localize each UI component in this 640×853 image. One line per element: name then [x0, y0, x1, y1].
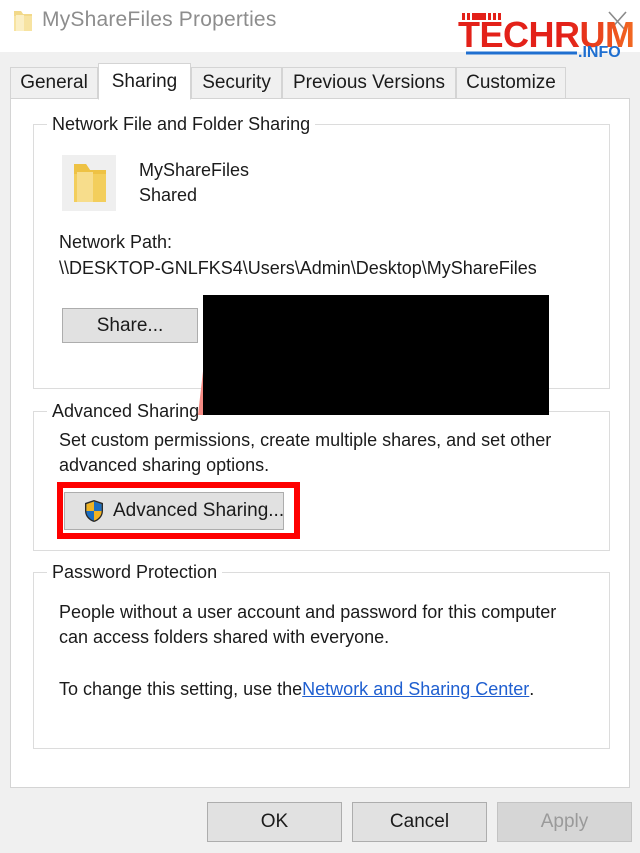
window-title: MyShareFiles Properties — [42, 8, 277, 31]
change-setting-suffix: . — [529, 679, 535, 699]
redaction-box — [203, 295, 549, 415]
change-setting-text: To change this setting, use the Network … — [59, 677, 534, 702]
cancel-button[interactable]: Cancel — [352, 802, 487, 842]
shared-folder-icon — [62, 155, 116, 211]
tab-previous-versions[interactable]: Previous Versions — [282, 67, 456, 99]
advanced-sharing-highlight-rectangle — [57, 482, 300, 539]
svg-text:.INFO: .INFO — [578, 44, 621, 61]
tab-general[interactable]: General — [10, 67, 98, 99]
tab-customize[interactable]: Customize — [456, 67, 566, 99]
dialog-footer: OK Cancel Apply — [0, 789, 640, 853]
change-setting-prefix: To change this setting, use the — [59, 679, 303, 699]
password-protection-description-line2: can access folders shared with everyone. — [59, 627, 390, 647]
techrum-watermark-logo: TECHRUM .INFO — [452, 2, 640, 62]
title-bar: MyShareFiles Properties TECHRUM .INFO — [0, 0, 640, 61]
password-protection-description-line1: People without a user account and passwo… — [59, 602, 557, 622]
advanced-sharing-group-title: Advanced Sharing — [47, 401, 205, 422]
advanced-sharing-description-line1: Set custom permissions, create multiple … — [59, 430, 552, 450]
tab-sharing[interactable]: Sharing — [98, 63, 191, 100]
share-button[interactable]: Share... — [62, 308, 198, 343]
advanced-sharing-description-line2: advanced sharing options. — [59, 455, 270, 475]
folder-icon — [12, 9, 34, 33]
sharing-tab-panel: Network File and Folder Sharing MyShareF… — [10, 98, 630, 788]
network-and-sharing-center-link[interactable]: Network and Sharing Center — [302, 677, 529, 702]
apply-button: Apply — [497, 802, 632, 842]
tab-security[interactable]: Security — [191, 67, 282, 99]
network-path-label: Network Path: — [59, 232, 173, 252]
network-sharing-group-title: Network File and Folder Sharing — [47, 114, 316, 135]
network-path-value: \\DESKTOP-GNLFKS4\Users\Admin\Desktop\My… — [59, 258, 537, 278]
shared-folder-status: Shared — [139, 185, 198, 205]
tab-strip: General Sharing Security Previous Versio… — [10, 63, 630, 100]
password-protection-group: Password Protection People without a use… — [33, 562, 610, 749]
password-protection-group-title: Password Protection — [47, 562, 223, 583]
shared-folder-name: MyShareFiles — [139, 160, 250, 180]
ok-button[interactable]: OK — [207, 802, 342, 842]
